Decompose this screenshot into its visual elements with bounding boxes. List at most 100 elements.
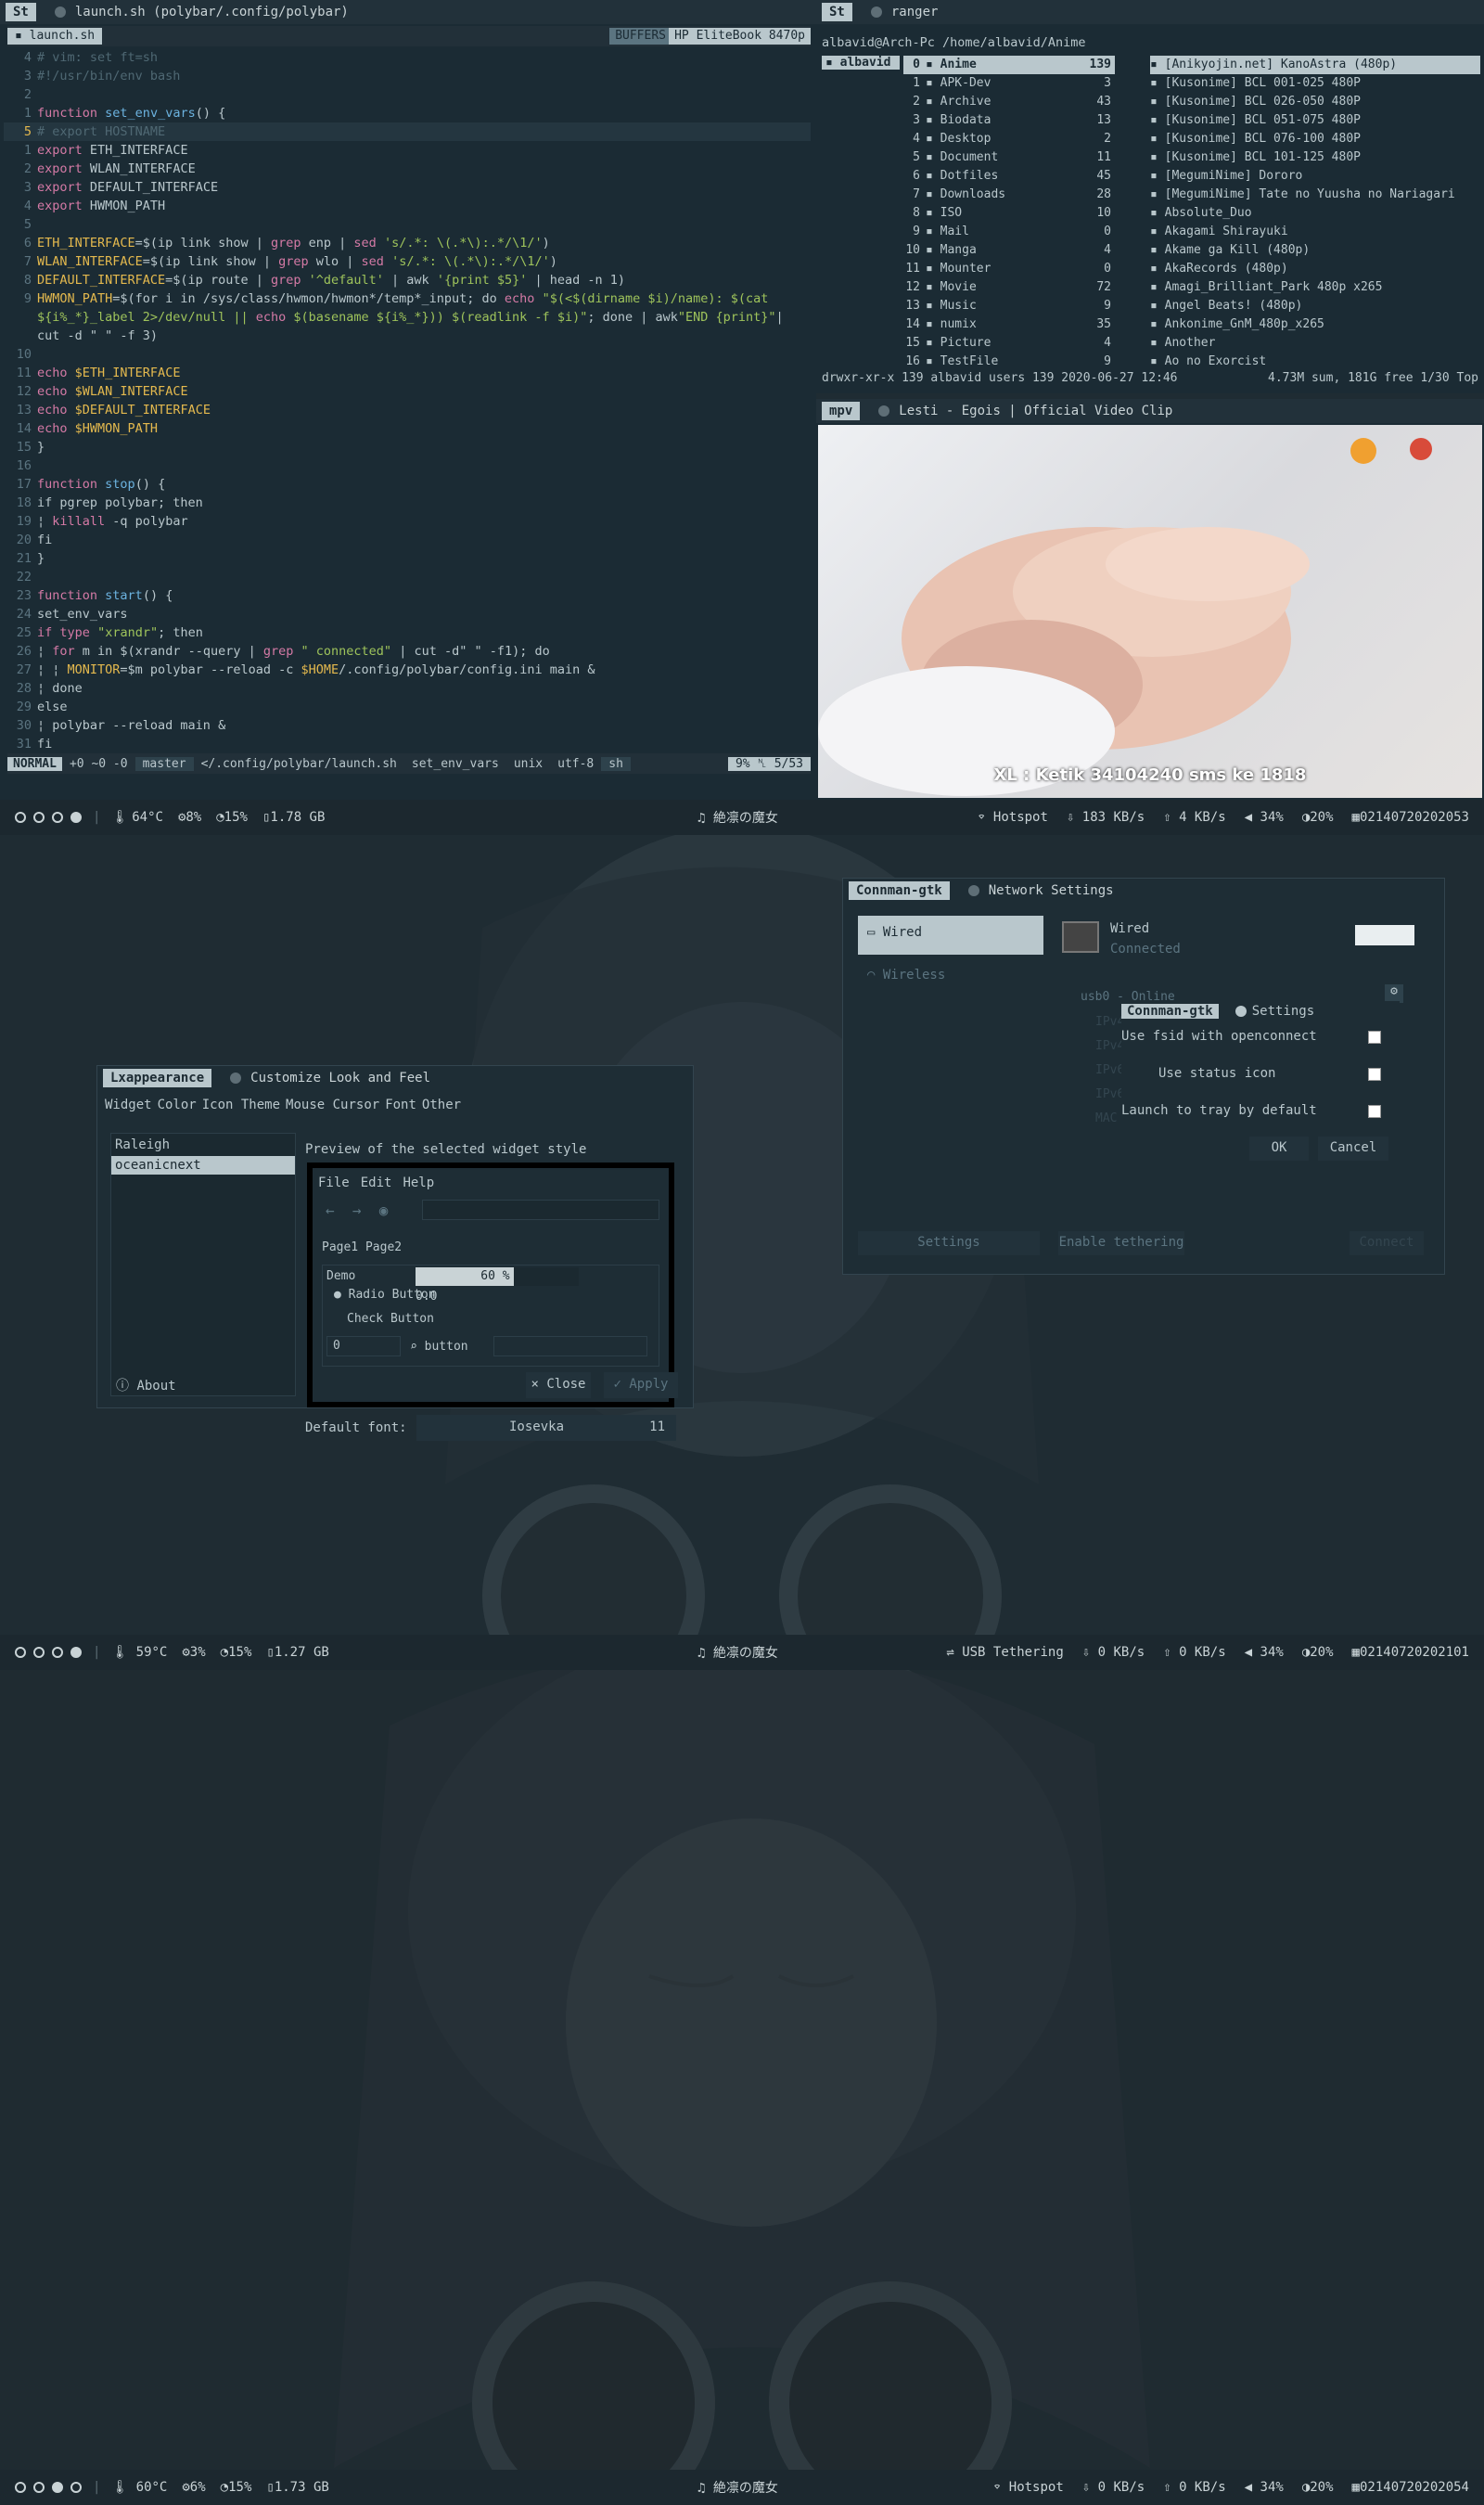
video-frame[interactable]: XL : Ketik 34104240 sms ke 1818: [818, 425, 1482, 798]
ranger-dir-row[interactable]: 4 ▪ Desktop 2: [903, 130, 1115, 148]
ranger-dir-row[interactable]: 12 ▪ Movie 72: [903, 278, 1115, 297]
volume[interactable]: ◀ 34%: [1245, 810, 1284, 825]
ranger-file-row[interactable]: ▪ [Kusonime] BCL 026-050 480P: [1150, 93, 1480, 111]
connect-button[interactable]: Connect: [1350, 1231, 1424, 1255]
download-speed: ⇩ 0 KB/s: [1081, 2480, 1145, 2495]
cancel-button[interactable]: Cancel: [1318, 1137, 1388, 1161]
now-playing[interactable]: ♫ 絶凛の魔女: [697, 808, 778, 827]
ranger-dir-row[interactable]: 11 ▪ Mounter 0: [903, 260, 1115, 278]
ranger-file-row[interactable]: ▪ [Kusonime] BCL 001-025 480P: [1150, 74, 1480, 93]
ranger-file-row[interactable]: ▪ [Anikyojin.net] KanoAstra (480p): [1150, 56, 1480, 74]
option-status-icon-checkbox[interactable]: [1368, 1068, 1381, 1081]
font-button[interactable]: Iosevka 11: [416, 1415, 676, 1441]
network-status[interactable]: ⇌ USB Tethering: [946, 1645, 1063, 1660]
tab-color[interactable]: Color: [158, 1098, 197, 1112]
ranger-file-row[interactable]: ▪ Absolute_Duo: [1150, 204, 1480, 223]
ranger-file-row[interactable]: ▪ Ankonime_GnM_480p_x265: [1150, 315, 1480, 334]
preview-entry[interactable]: [422, 1200, 659, 1220]
ranger-dir-row[interactable]: 0 ▪ Anime 139: [903, 56, 1115, 74]
ranger-file-row[interactable]: ▪ Akagami Shirayuki: [1150, 223, 1480, 241]
preview-button[interactable]: ⌕ button: [410, 1340, 468, 1354]
lxappearance-tabs[interactable]: Widget Color Icon Theme Mouse Cursor Font Oth…: [105, 1098, 461, 1112]
ranger-dir-row[interactable]: 16 ▪ TestFile 9: [903, 353, 1115, 371]
ranger-dir-row[interactable]: 5 ▪ Document 11: [903, 148, 1115, 167]
ranger-file-row[interactable]: ▪ Amagi_Brilliant_Park 480p x265: [1150, 278, 1480, 297]
volume[interactable]: ◀ 34%: [1245, 1645, 1284, 1660]
theme-item-raleigh[interactable]: Raleigh: [111, 1134, 295, 1156]
ranger-file-list[interactable]: ▪ [Anikyojin.net] KanoAstra (480p) ▪ [Kus…: [1150, 56, 1480, 371]
ranger-dir-row[interactable]: 6 ▪ Dotfiles 45: [903, 167, 1115, 186]
tab-icon-theme[interactable]: Icon Theme: [202, 1098, 280, 1112]
ranger-dir-row[interactable]: 1 ▪ APK-Dev 3: [903, 74, 1115, 93]
ranger-dir-row[interactable]: 9 ▪ Mail 0: [903, 223, 1115, 241]
ranger-file-row[interactable]: ▪ AkaRecords (480p): [1150, 260, 1480, 278]
mpv-window[interactable]: mpv Lesti - Egois | Official Video Clip …: [816, 399, 1484, 800]
apply-button[interactable]: ✓ Apply: [604, 1372, 678, 1398]
tab-mouse-cursor[interactable]: Mouse Cursor: [286, 1098, 379, 1112]
ranger-file-row[interactable]: ▪ [Kusonime] BCL 076-100 480P: [1150, 130, 1480, 148]
ranger-dir-row[interactable]: 14 ▪ numix 35: [903, 315, 1115, 334]
menu-help[interactable]: Help: [403, 1175, 434, 1190]
ranger-file-row[interactable]: ▪ Another: [1150, 334, 1480, 353]
wired-tab[interactable]: ▭ Wired: [858, 916, 1043, 955]
preview-tabs[interactable]: Page1 Page2: [322, 1240, 402, 1254]
wireless-tab[interactable]: ◠ Wireless: [867, 968, 945, 983]
spin-button[interactable]: 0: [326, 1336, 401, 1356]
lxappearance-window[interactable]: Lxappearance Customize Look and Feel Wid…: [96, 1065, 694, 1441]
ranger-parent-col[interactable]: ▪ albavid: [822, 56, 900, 70]
brightness[interactable]: ◑20%: [1302, 1645, 1334, 1660]
settings-button[interactable]: Settings: [858, 1231, 1040, 1255]
theme-item-oceanicnext[interactable]: oceanicnext: [111, 1156, 295, 1175]
volume[interactable]: ◀ 34%: [1245, 2480, 1284, 2495]
radio-button[interactable]: ● Radio Button: [334, 1288, 436, 1302]
ranger-dir-row[interactable]: 15 ▪ Picture 4: [903, 334, 1115, 353]
tethering-button[interactable]: Enable tethering: [1058, 1231, 1184, 1255]
network-status[interactable]: ⌔ Hotspot: [978, 810, 1048, 825]
now-playing[interactable]: ♫ 絶凛の魔女: [697, 2478, 778, 2497]
now-playing[interactable]: ♫ 絶凛の魔女: [697, 1643, 778, 1662]
ranger-file-row[interactable]: ▪ Angel Beats! (480p): [1150, 297, 1480, 315]
settings-dialog[interactable]: Connman-gtk Settings Use fsid with openc…: [1121, 1001, 1400, 1161]
preview-menubar[interactable]: File Edit Help: [318, 1175, 434, 1190]
ranger-file-row[interactable]: ▪ [Kusonime] BCL 051-075 480P: [1150, 111, 1480, 130]
ranger-file-row[interactable]: ▪ [Kusonime] BCL 101-125 480P: [1150, 148, 1480, 167]
ranger-dir-list[interactable]: 0 ▪ Anime 139 1 ▪ APK-Dev 3 2 ▪ Archive 43 3 ▪ Bio…: [903, 56, 1115, 371]
tab-other[interactable]: Other: [422, 1098, 461, 1112]
theme-list[interactable]: Raleigh oceanicnext: [110, 1133, 296, 1396]
ranger-file-row[interactable]: ▪ [MegumiNime] Tate no Yuusha no Nariaga…: [1150, 186, 1480, 204]
ranger-window[interactable]: St ranger albavid@Arch-Pc /home/albavid/…: [816, 0, 1484, 393]
preview-combo[interactable]: [493, 1336, 647, 1356]
menu-file[interactable]: File: [318, 1175, 350, 1190]
ranger-dir-row[interactable]: 7 ▪ Downloads 28: [903, 186, 1115, 204]
connman-window[interactable]: Connman-gtk Network Settings ▭ Wired ◠ W…: [842, 878, 1445, 1275]
ranger-dir-row[interactable]: 3 ▪ Biodata 13: [903, 111, 1115, 130]
about-button[interactable]: ⓘ About: [116, 1376, 176, 1394]
menu-edit[interactable]: Edit: [361, 1175, 392, 1190]
wired-toggle[interactable]: [1355, 925, 1414, 945]
brightness[interactable]: ◑20%: [1302, 810, 1334, 825]
close-button[interactable]: × Close: [526, 1372, 591, 1398]
ranger-dir-row[interactable]: 2 ▪ Archive 43: [903, 93, 1115, 111]
network-status[interactable]: ⌔ Hotspot: [993, 2480, 1064, 2495]
check-button[interactable]: Check Button: [347, 1312, 434, 1326]
gear-icon[interactable]: ⚙: [1385, 984, 1403, 1003]
ranger-dir-row[interactable]: 10 ▪ Manga 4: [903, 241, 1115, 260]
vim-window[interactable]: St launch.sh (polybar/.config/polybar) ▪…: [0, 0, 816, 800]
ranger-file-row[interactable]: ▪ Akame ga Kill (480p): [1150, 241, 1480, 260]
back-forward-icons[interactable]: ← → ◉: [326, 1201, 388, 1219]
brightness[interactable]: ◑20%: [1302, 2480, 1334, 2495]
option-fsid-checkbox[interactable]: [1368, 1031, 1381, 1044]
ranger-dir-row[interactable]: 8 ▪ ISO 10: [903, 204, 1115, 223]
workspace-indicators[interactable]: [15, 2482, 82, 2493]
tab-widget[interactable]: Widget: [105, 1098, 152, 1112]
tab-font[interactable]: Font: [385, 1098, 416, 1112]
ranger-dir-row[interactable]: 13 ▪ Music 9: [903, 297, 1115, 315]
ranger-file-row[interactable]: ▪ [MegumiNime] Dororo: [1150, 167, 1480, 186]
buffer-tab[interactable]: ▪ launch.sh: [7, 28, 103, 45]
code-editor[interactable]: 4 # vim: set ft=sh 3 #!/usr/bin/env bash 2…: [4, 48, 811, 753]
workspace-indicators[interactable]: [15, 812, 82, 823]
ok-button[interactable]: OK: [1249, 1137, 1309, 1161]
workspace-indicators[interactable]: [15, 1647, 82, 1658]
ranger-file-row[interactable]: ▪ Ao no Exorcist: [1150, 353, 1480, 371]
option-tray-checkbox[interactable]: [1368, 1105, 1381, 1118]
